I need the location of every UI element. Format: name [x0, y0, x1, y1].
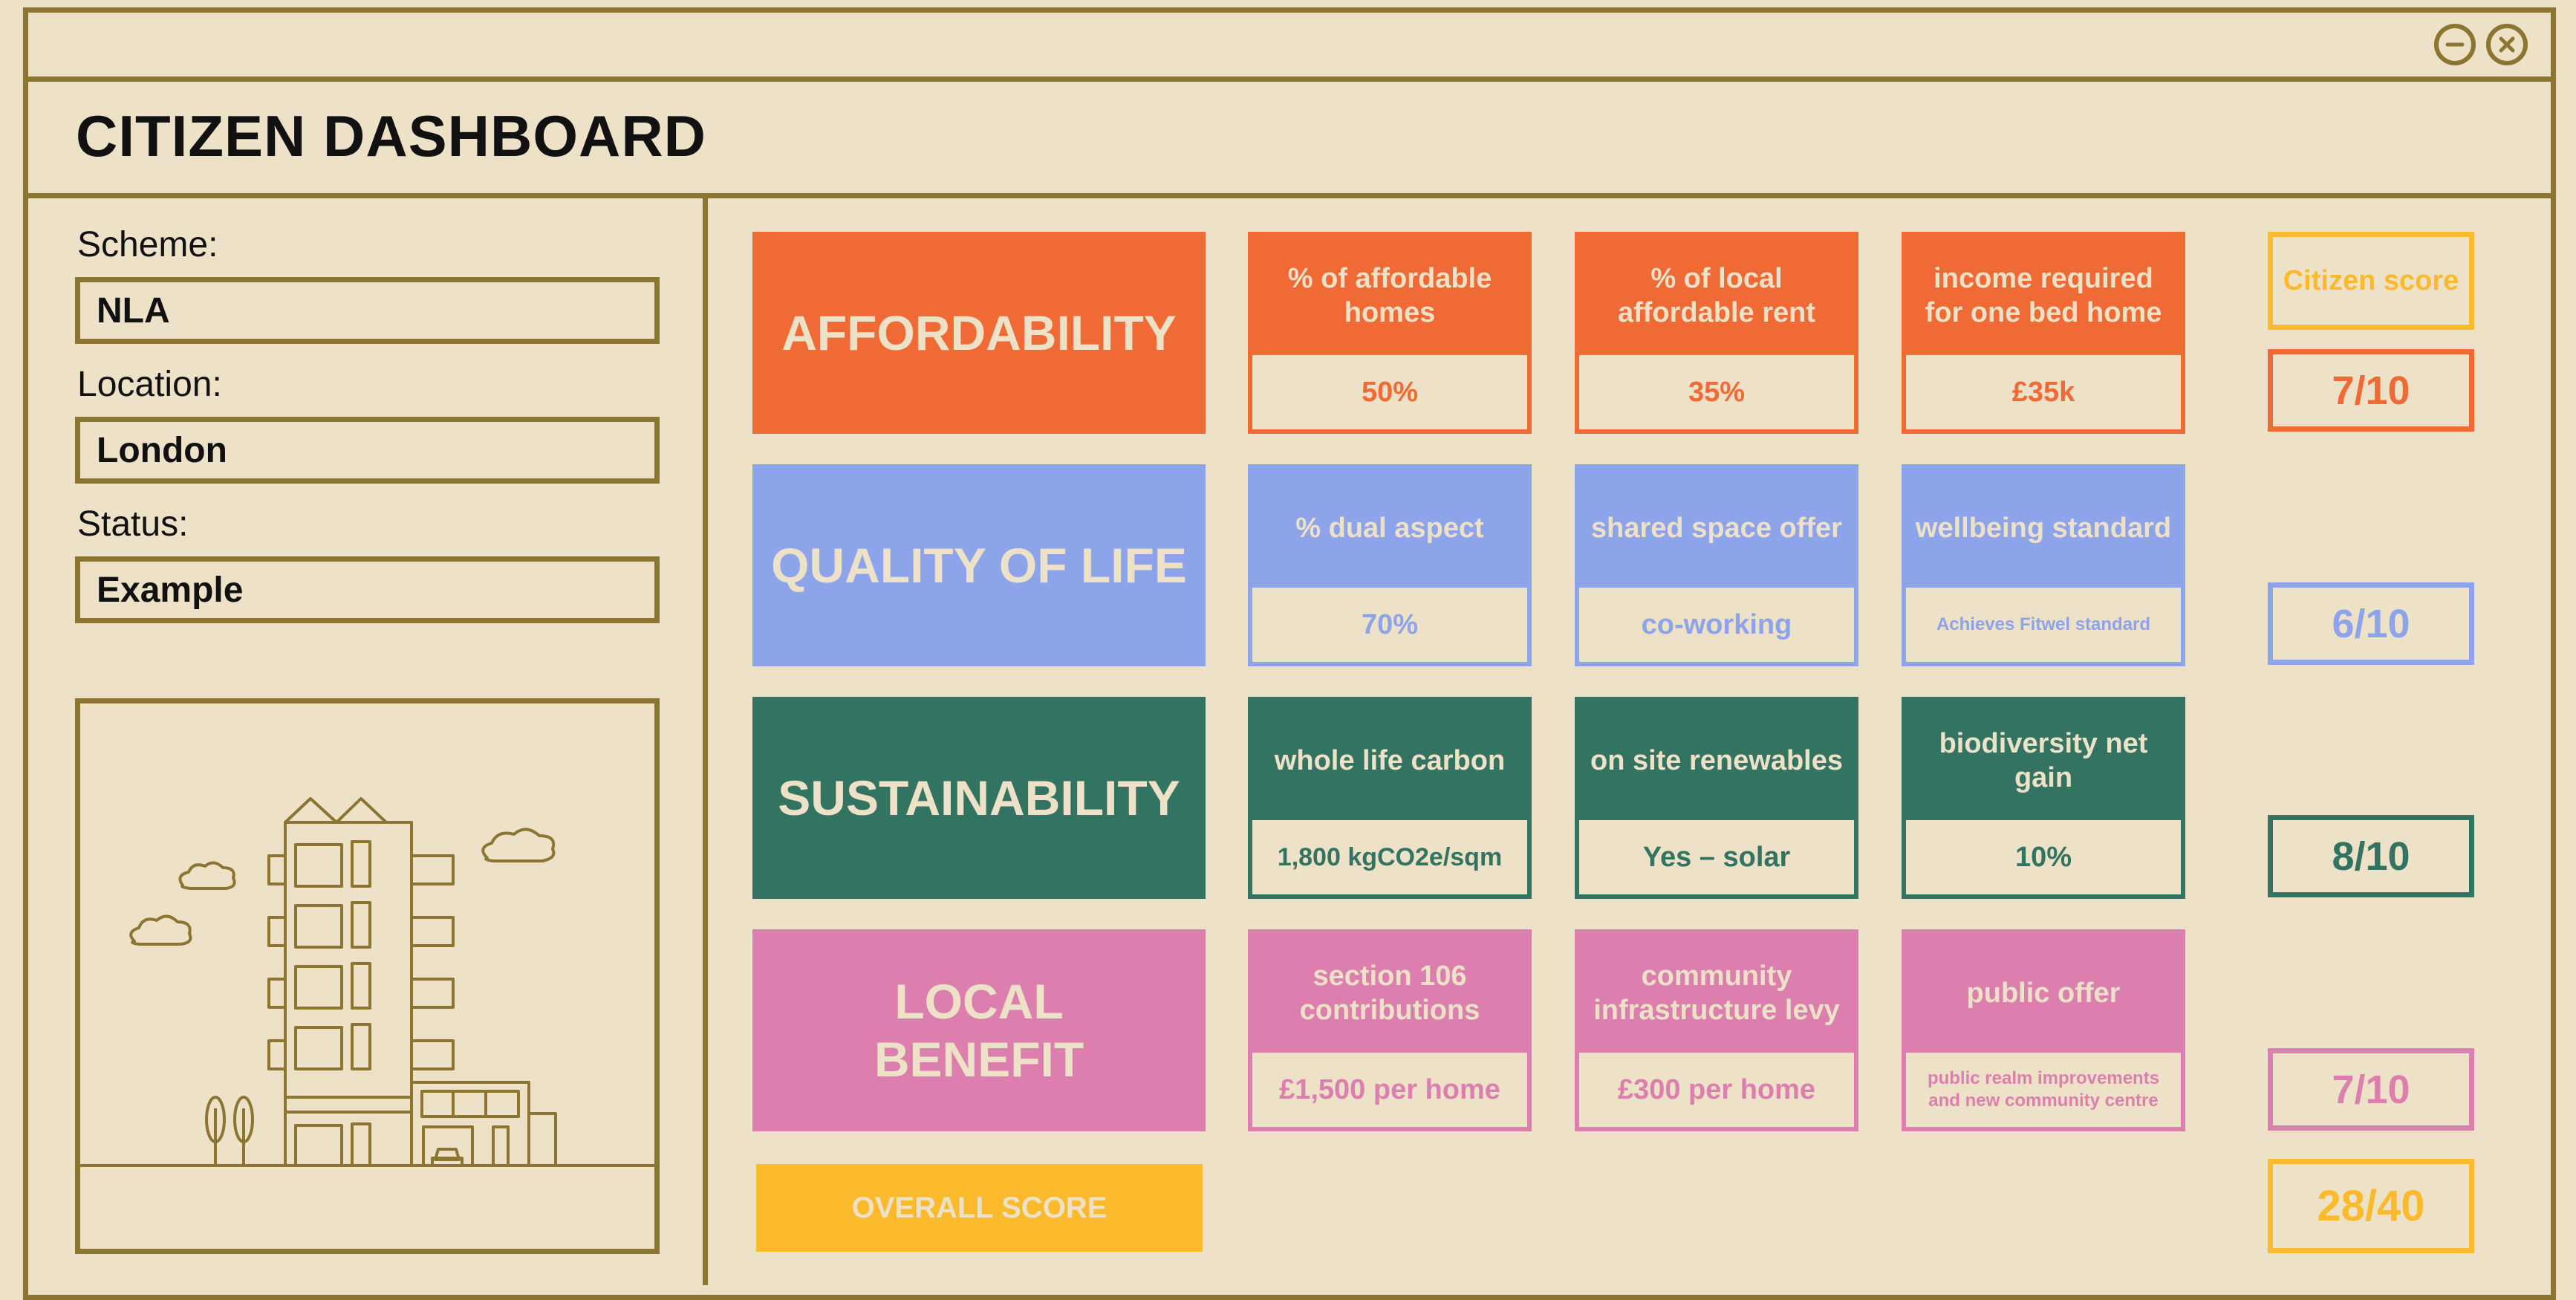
overall-score-label: OVERALL SCORE — [756, 1164, 1203, 1252]
metric-title: whole life carbon — [1274, 745, 1506, 776]
minus-circle-icon — [2445, 42, 2465, 47]
metric-value: public realm improvements and new commun… — [1906, 1053, 2181, 1127]
score-local-benefit: 7/10 — [2268, 1048, 2474, 1131]
metric-value: 1,800 kgCO2e/sqm — [1252, 820, 1527, 894]
status-field[interactable]: Example — [75, 556, 660, 623]
metric-card: whole life carbon 1,800 kgCO2e/sqm — [1248, 697, 1532, 899]
metric-card: biodiversity net gain 10% — [1902, 697, 2185, 899]
metric-value: £300 per home — [1579, 1053, 1854, 1127]
category-local-benefit: LOCAL BENEFIT — [752, 929, 1206, 1131]
metric-title: section 106 contributions — [1299, 961, 1480, 1026]
metric-card: % of local affordable rent 35% — [1575, 232, 1858, 434]
metric-card: wellbeing standard Achieves Fitwel stand… — [1902, 464, 2185, 666]
metric-title: community infrastructure levy — [1593, 961, 1840, 1026]
building-illustration — [80, 797, 654, 1167]
metric-title: % of local affordable rent — [1617, 263, 1816, 328]
close-button[interactable] — [2486, 24, 2528, 65]
metric-title: on site renewables — [1590, 745, 1843, 776]
metric-title: % dual aspect — [1295, 513, 1484, 544]
metric-title: wellbeing standard — [1915, 513, 2172, 544]
location-label: Location: — [77, 365, 222, 404]
metric-card: shared space offer co-working — [1575, 464, 1858, 666]
metric-value: co-working — [1579, 588, 1854, 662]
metric-card: income required for one bed home £35k — [1902, 232, 2185, 434]
metric-value: £1,500 per home — [1252, 1053, 1527, 1127]
metric-title: biodiversity net gain — [1939, 728, 2148, 793]
overall-score-value: 28/40 — [2268, 1159, 2474, 1253]
page-title: CITIZEN DASHBOARD — [76, 103, 706, 169]
metric-card: community infrastructure levy £300 per h… — [1575, 929, 1858, 1131]
citizen-score-header: Citizen score — [2268, 232, 2474, 330]
sidebar-divider — [703, 193, 708, 1285]
titlebar-divider — [23, 77, 2556, 82]
metric-value: £35k — [1906, 355, 2181, 429]
metric-title: public offer — [1966, 978, 2121, 1009]
metric-title: income required for one bed home — [1925, 263, 2162, 328]
category-sustainability: SUSTAINABILITY — [752, 697, 1206, 899]
metric-card: section 106 contributions £1,500 per hom… — [1248, 929, 1532, 1131]
category-quality-of-life: QUALITY OF LIFE — [752, 464, 1206, 666]
metric-card: % dual aspect 70% — [1248, 464, 1532, 666]
metric-card: % of affordable homes 50% — [1248, 232, 1532, 434]
metric-value: 35% — [1579, 355, 1854, 429]
x-circle-icon — [2499, 36, 2515, 53]
score-quality-of-life: 6/10 — [2268, 582, 2474, 665]
metric-card: on site renewables Yes – solar — [1575, 697, 1858, 899]
minimize-button[interactable] — [2434, 24, 2476, 65]
score-sustainability: 8/10 — [2268, 815, 2474, 897]
illustration-panel — [75, 698, 660, 1254]
status-label: Status: — [77, 504, 189, 544]
category-affordability: AFFORDABILITY — [752, 232, 1206, 434]
metric-value: 10% — [1906, 820, 2181, 894]
metric-title: % of affordable homes — [1287, 263, 1492, 328]
metric-title: shared space offer — [1591, 513, 1842, 544]
metric-value: 50% — [1252, 355, 1527, 429]
location-field[interactable]: London — [75, 417, 660, 484]
scheme-field[interactable]: NLA — [75, 277, 660, 344]
score-affordability: 7/10 — [2268, 349, 2474, 432]
metric-value: Yes – solar — [1579, 820, 1854, 894]
metric-value: 70% — [1252, 588, 1527, 662]
metric-card: public offer public realm improvements a… — [1902, 929, 2185, 1131]
metric-value: Achieves Fitwel standard — [1906, 588, 2181, 662]
scheme-label: Scheme: — [77, 225, 218, 264]
header-divider — [23, 193, 2556, 198]
